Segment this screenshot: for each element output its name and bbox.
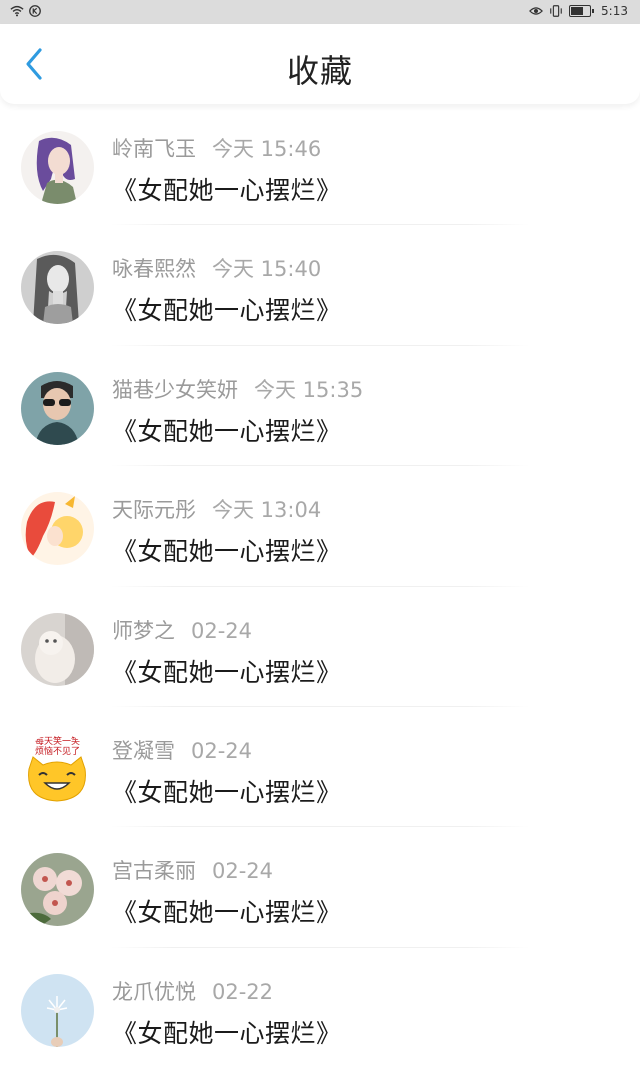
anime-girl-avatar-icon	[21, 131, 94, 204]
wifi-icon	[10, 5, 24, 17]
eye-icon	[529, 7, 544, 15]
item-meta: 猫巷少女笑妍 今天 15:35	[112, 374, 363, 404]
avatar[interactable]	[21, 973, 94, 1047]
book-title[interactable]: 《女配她一心摆烂》	[112, 893, 342, 929]
list-item[interactable]: 每天笑一笑 烦恼不见了 登凝雪 02-24 《女配她一心摆烂》	[0, 707, 640, 828]
book-title[interactable]: 《女配她一心摆烂》	[112, 532, 342, 568]
top-bar: 收藏	[0, 24, 640, 104]
username: 龙爪优悦	[112, 979, 196, 1004]
book-title[interactable]: 《女配她一心摆烂》	[112, 773, 342, 809]
list-item[interactable]: 猫巷少女笑妍 今天 15:35 《女配她一心摆烂》	[0, 346, 640, 467]
item-meta: 登凝雪 02-24	[112, 735, 252, 765]
favorites-list: 岭南飞玉 今天 15:46 《女配她一心摆烂》 咏春熙然 今天 15:40 《女配她…	[0, 105, 640, 1068]
timestamp: 今天 13:04	[212, 498, 322, 523]
username: 登凝雪	[112, 738, 175, 763]
timestamp: 02-24	[191, 738, 253, 763]
avatar[interactable]	[21, 853, 94, 927]
status-bar: 5:13	[0, 0, 640, 24]
smiley-bottom-text: 烦恼不见了	[35, 745, 80, 757]
timestamp: 02-22	[212, 979, 274, 1004]
vibrate-icon	[550, 5, 562, 17]
page-title: 收藏	[286, 52, 353, 90]
no-sim-icon	[29, 5, 41, 17]
avatar[interactable]: 每天笑一笑 烦恼不见了	[21, 732, 94, 806]
status-time: 5:13	[601, 4, 628, 18]
list-item[interactable]: 龙爪优悦 02-22 《女配她一心摆烂》	[0, 948, 640, 1068]
item-meta: 天际元彤 今天 13:04	[112, 494, 321, 524]
list-item[interactable]: 宫古柔丽 02-24 《女配她一心摆烂》	[0, 827, 640, 948]
book-title[interactable]: 《女配她一心摆烂》	[112, 291, 342, 327]
smiley-top-text: 每天笑一笑	[35, 735, 80, 747]
list-item[interactable]: 咏春熙然 今天 15:40 《女配她一心摆烂》	[0, 225, 640, 346]
cat-photo-avatar-icon	[21, 612, 94, 686]
username: 天际元彤	[112, 498, 196, 523]
username: 宫古柔丽	[112, 859, 196, 884]
avatar[interactable]	[21, 251, 94, 325]
book-title[interactable]: 《女配她一心摆烂》	[112, 171, 342, 207]
book-title[interactable]: 《女配她一心摆烂》	[112, 1014, 342, 1050]
item-meta: 宫古柔丽 02-24	[112, 855, 273, 885]
timestamp: 02-24	[212, 859, 274, 884]
username: 师梦之	[112, 618, 175, 643]
username: 猫巷少女笑妍	[112, 377, 238, 402]
item-meta: 师梦之 02-24	[112, 615, 252, 645]
woman-bw-avatar-icon	[21, 251, 94, 325]
dandelion-avatar-icon	[21, 973, 94, 1047]
avatar[interactable]	[21, 371, 94, 445]
avatar[interactable]	[21, 131, 94, 204]
timestamp: 今天 15:40	[212, 257, 322, 282]
list-item[interactable]: 师梦之 02-24 《女配她一心摆烂》	[0, 587, 640, 707]
item-meta: 岭南飞玉 今天 15:46	[112, 133, 321, 163]
status-right: 5:13	[529, 4, 628, 18]
smiley-cat-avatar-icon: 每天笑一笑 烦恼不见了	[21, 732, 94, 806]
item-meta: 龙爪优悦 02-22	[112, 976, 273, 1006]
username: 岭南飞玉	[112, 137, 196, 161]
timestamp: 今天 15:46	[212, 137, 322, 161]
list-item[interactable]: 天际元彤 今天 13:04 《女配她一心摆烂》	[0, 466, 640, 587]
flowers-avatar-icon	[21, 853, 94, 927]
avatar[interactable]	[21, 612, 94, 686]
battery-icon	[569, 5, 595, 17]
boy-sunglasses-avatar-icon	[21, 371, 94, 445]
timestamp: 今天 15:35	[254, 377, 364, 402]
anime-redhair-avatar-icon	[21, 492, 94, 566]
book-title[interactable]: 《女配她一心摆烂》	[112, 412, 342, 448]
avatar[interactable]	[21, 492, 94, 566]
status-left	[10, 4, 42, 18]
username: 咏春熙然	[112, 257, 196, 282]
timestamp: 02-24	[191, 618, 253, 643]
book-title[interactable]: 《女配她一心摆烂》	[112, 653, 342, 689]
item-meta: 咏春熙然 今天 15:40	[112, 253, 321, 283]
list-item[interactable]: 岭南飞玉 今天 15:46 《女配她一心摆烂》	[0, 105, 640, 226]
